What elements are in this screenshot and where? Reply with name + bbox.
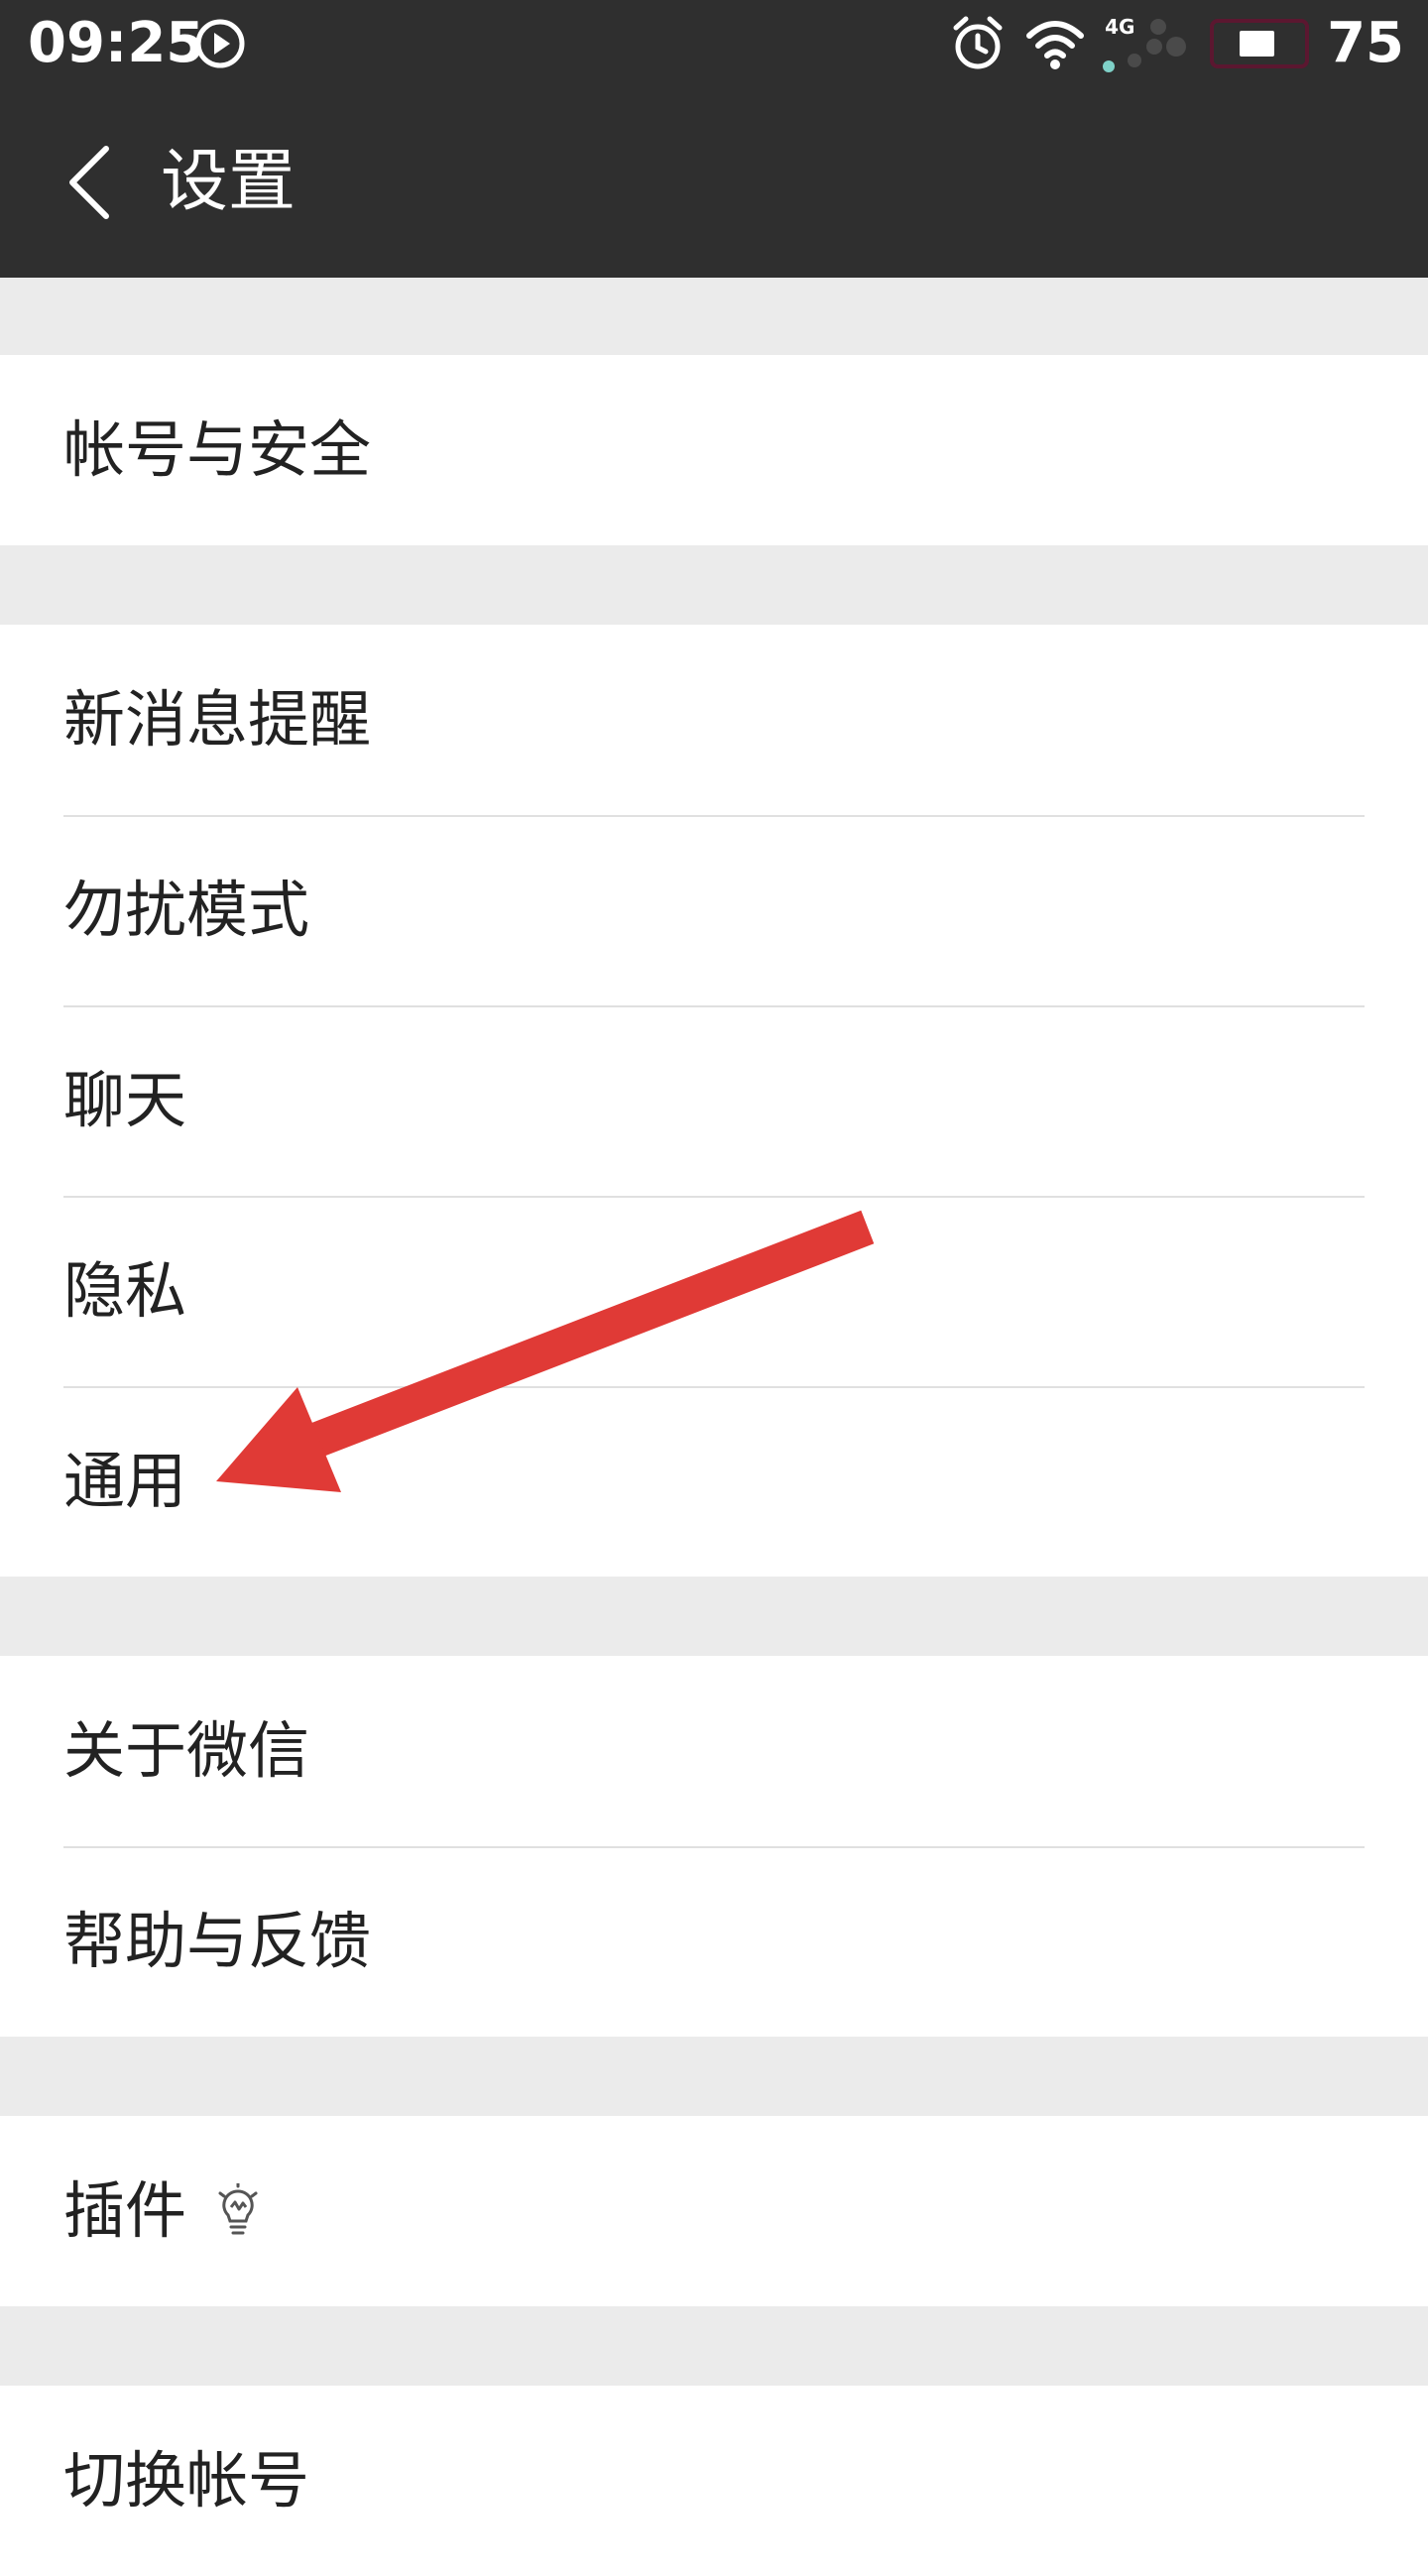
settings-group-main: 新消息提醒 勿扰模式 聊天 隐私 通用 xyxy=(0,625,1428,1577)
play-circle-icon xyxy=(194,18,246,69)
settings-item-label: 帮助与反馈 xyxy=(63,1905,372,1977)
settings-item-chat[interactable]: 聊天 xyxy=(0,1005,1428,1196)
status-time: 09:25 xyxy=(28,11,205,75)
settings-item-do-not-disturb[interactable]: 勿扰模式 xyxy=(0,815,1428,1005)
settings-item-label: 插件 xyxy=(63,2174,187,2247)
settings-item-label: 隐私 xyxy=(63,1254,187,1327)
settings-item-account-security[interactable]: 帐号与安全 xyxy=(0,355,1428,545)
status-bar: 09:25 4G 75 xyxy=(0,0,1428,87)
nav-bar: 设置 xyxy=(0,87,1428,278)
page-title: 设置 xyxy=(161,143,297,221)
settings-item-label: 帐号与安全 xyxy=(63,413,372,486)
wifi-icon xyxy=(1025,16,1085,71)
status-icons: 4G 75 xyxy=(948,0,1404,87)
settings-item-general[interactable]: 通用 xyxy=(0,1386,1428,1577)
settings-group-account: 帐号与安全 xyxy=(0,355,1428,545)
settings-item-label: 切换帐号 xyxy=(63,2444,310,2517)
settings-item-privacy[interactable]: 隐私 xyxy=(0,1196,1428,1386)
battery-level: 75 xyxy=(1327,11,1404,75)
settings-item-label: 通用 xyxy=(63,1445,187,1517)
lightbulb-icon xyxy=(216,2183,260,2239)
back-button[interactable] xyxy=(40,135,139,234)
battery-icon xyxy=(1210,19,1310,68)
chevron-left-icon xyxy=(64,145,114,224)
settings-group-about: 关于微信 帮助与反馈 xyxy=(0,1656,1428,2037)
signal-icon: 4G xyxy=(1103,9,1192,78)
settings-item-label: 关于微信 xyxy=(63,1714,310,1787)
settings-item-help-feedback[interactable]: 帮助与反馈 xyxy=(0,1846,1428,2037)
settings-item-label: 聊天 xyxy=(63,1064,187,1136)
settings-group-switch-account: 切换帐号 xyxy=(0,2386,1428,2576)
settings-item-switch-account[interactable]: 切换帐号 xyxy=(0,2386,1428,2576)
settings-item-new-message-notification[interactable]: 新消息提醒 xyxy=(0,625,1428,815)
settings-item-label: 新消息提醒 xyxy=(63,683,372,756)
settings-item-label: 勿扰模式 xyxy=(63,874,310,946)
alarm-icon xyxy=(948,14,1008,73)
settings-item-about-wechat[interactable]: 关于微信 xyxy=(0,1656,1428,1846)
settings-item-plugins[interactable]: 插件 xyxy=(0,2116,1428,2306)
battery-fill xyxy=(1240,31,1275,57)
settings-group-plugins: 插件 xyxy=(0,2116,1428,2306)
